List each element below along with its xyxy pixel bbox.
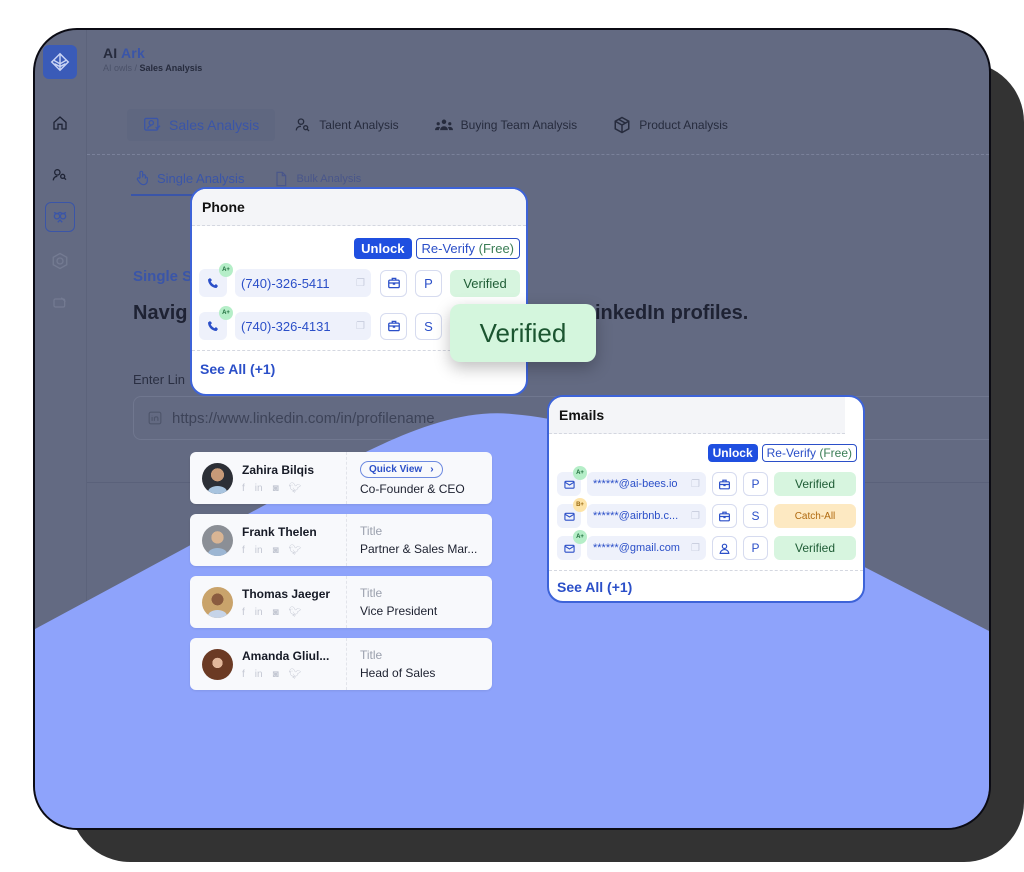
- instagram-icon[interactable]: ◙: [273, 545, 279, 556]
- person-name: Thomas Jaeger: [242, 586, 331, 601]
- title-label: Title: [360, 586, 383, 600]
- twitter-icon[interactable]: 🐦︎: [289, 669, 302, 680]
- title-label: Title: [360, 524, 383, 538]
- grade-badge: A+: [573, 530, 587, 544]
- email-reverify-button[interactable]: Re-Verify (Free): [761, 444, 857, 462]
- copy-icon[interactable]: ❐: [691, 511, 700, 522]
- instagram-icon[interactable]: ◙: [273, 607, 279, 618]
- phone-card-title: Phone: [192, 189, 526, 226]
- twitter-icon[interactable]: 🐦︎: [289, 483, 302, 494]
- twitter-icon[interactable]: 🐦︎: [289, 545, 302, 556]
- phone-number[interactable]: (740)-326-5411 ❐: [235, 269, 371, 297]
- person-name: Zahira Bilqis: [242, 462, 315, 477]
- verified-popup-badge: Verified: [450, 304, 596, 362]
- phone-actions: Unlock Re-Verify (Free): [192, 226, 526, 259]
- chevron-right-icon: ›: [430, 463, 434, 475]
- email-unlock-button[interactable]: Unlock: [707, 444, 758, 462]
- twitter-icon[interactable]: 🐦︎: [289, 607, 302, 618]
- person-name: Frank Thelen: [242, 524, 317, 539]
- email-address[interactable]: ******@ai-bees.io ❐: [587, 472, 706, 496]
- social-links: f in ◙ 🐦︎: [242, 669, 329, 680]
- briefcase-icon[interactable]: [380, 269, 407, 297]
- grade-badge: A+: [219, 306, 233, 320]
- email-see-all-link[interactable]: See All (+1): [549, 571, 863, 601]
- email-status-badge: Verified: [774, 536, 856, 560]
- email-row: A+ ******@ai-bees.io ❐ P Verified: [557, 466, 857, 496]
- facebook-icon[interactable]: f: [242, 545, 245, 556]
- person-icon[interactable]: [712, 536, 737, 560]
- person-title: Co-Founder & CEO: [360, 481, 465, 496]
- copy-icon[interactable]: ❐: [356, 321, 365, 332]
- copy-icon[interactable]: ❐: [691, 543, 700, 554]
- grade-badge: A+: [219, 263, 233, 277]
- phone-reverify-button[interactable]: Re-Verify (Free): [415, 238, 520, 259]
- email-type-badge: S: [743, 504, 768, 528]
- person-title: Vice President: [360, 604, 438, 618]
- phone-type-badge: S: [415, 312, 442, 340]
- grade-badge: A+: [573, 466, 587, 480]
- email-status-badge: Verified: [774, 472, 856, 496]
- facebook-icon[interactable]: f: [242, 607, 245, 618]
- social-links: f in ◙ 🐦︎: [242, 483, 314, 494]
- person-card[interactable]: Frank Thelen f in ◙ 🐦︎ Title Partner & Sale…: [190, 514, 492, 566]
- email-address[interactable]: ******@gmail.com ❐: [587, 536, 706, 560]
- email-row: A+ ******@gmail.com ❐ P Verified: [557, 530, 857, 560]
- phone-unlock-button[interactable]: Unlock: [354, 238, 412, 259]
- avatar: [202, 648, 233, 680]
- phone-card: Phone Unlock Re-Verify (Free) A+ (740)-3…: [190, 187, 528, 396]
- emails-card: Emails Unlock Re-Verify (Free) A+ ******…: [547, 395, 865, 603]
- mail-icon: A+: [557, 466, 587, 496]
- email-row: B+ ******@airbnb.c... ❐ S Catch-All: [557, 498, 857, 528]
- instagram-icon[interactable]: ◙: [273, 483, 279, 494]
- briefcase-icon[interactable]: [712, 504, 737, 528]
- phone-icon: A+: [199, 306, 233, 340]
- email-type-badge: P: [743, 472, 768, 496]
- avatar: [202, 586, 233, 618]
- linkedin-icon[interactable]: in: [255, 483, 263, 494]
- email-status-badge: Catch-All: [774, 504, 856, 528]
- briefcase-icon[interactable]: [712, 472, 737, 496]
- linkedin-icon[interactable]: in: [255, 607, 263, 618]
- phone-type-badge: P: [415, 269, 442, 297]
- email-address[interactable]: ******@airbnb.c... ❐: [587, 504, 706, 528]
- linkedin-icon[interactable]: in: [255, 545, 263, 556]
- grade-badge: B+: [573, 498, 587, 512]
- person-card[interactable]: Thomas Jaeger f in ◙ 🐦︎ Title Vice Presiden…: [190, 576, 492, 628]
- social-links: f in ◙ 🐦︎: [242, 607, 330, 618]
- phone-row: A+ (740)-326-5411 ❐ P Verified: [199, 263, 520, 297]
- facebook-icon[interactable]: f: [242, 483, 245, 494]
- mail-icon: A+: [557, 530, 587, 560]
- person-card[interactable]: Zahira Bilqis f in ◙ 🐦︎ Quick View › Co-Foun…: [190, 452, 492, 504]
- title-label: Title: [360, 648, 383, 662]
- person-card[interactable]: Amanda Gliul... f in ◙ 🐦︎ Title Head of Sal…: [190, 638, 492, 690]
- avatar: [202, 524, 233, 556]
- person-title: Partner & Sales Mar...: [360, 542, 478, 556]
- linkedin-icon[interactable]: in: [255, 669, 263, 680]
- phone-number[interactable]: (740)-326-4131 ❐: [235, 312, 371, 340]
- mail-icon: B+: [557, 498, 587, 528]
- emails-card-title: Emails: [549, 397, 845, 434]
- quick-view-button[interactable]: Quick View ›: [360, 460, 443, 478]
- email-type-badge: P: [743, 536, 768, 560]
- avatar: [202, 462, 233, 494]
- facebook-icon[interactable]: f: [242, 669, 245, 680]
- email-actions: Unlock Re-Verify (Free): [549, 434, 863, 462]
- instagram-icon[interactable]: ◙: [273, 669, 279, 680]
- phone-status-badge: Verified: [450, 269, 520, 297]
- phone-icon: A+: [199, 263, 233, 297]
- copy-icon[interactable]: ❐: [356, 278, 365, 289]
- briefcase-icon[interactable]: [380, 312, 407, 340]
- person-name: Amanda Gliul...: [242, 648, 330, 663]
- copy-icon[interactable]: ❐: [691, 479, 700, 490]
- social-links: f in ◙ 🐦︎: [242, 545, 317, 556]
- person-title: Head of Sales: [360, 666, 436, 680]
